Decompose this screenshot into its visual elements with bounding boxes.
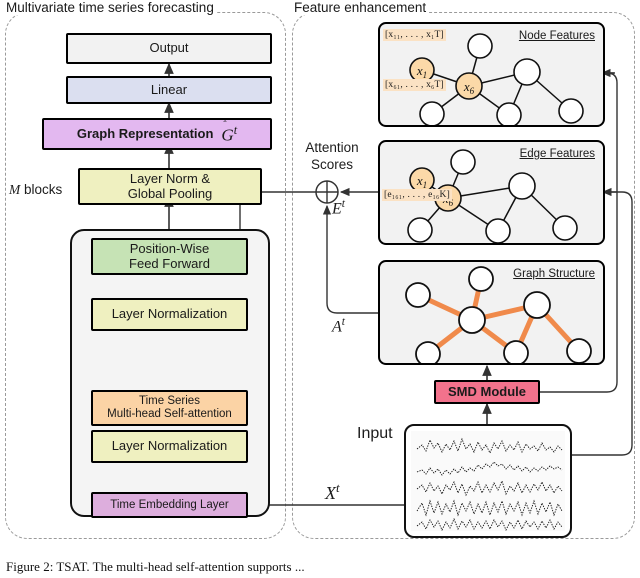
node-feature-label-2: [x₆₁, . . . , x₆T] [383, 79, 446, 91]
box-smd-module: SMD Module [434, 380, 540, 404]
box-layer-normalization-1: Layer Normalization [91, 430, 248, 463]
panel-graph-structure: Graph Structure [378, 260, 605, 365]
mhsa-line2: Multi-head Self-attention [107, 408, 232, 420]
figure-caption: Figure 2: TSAT. The multi-head self-atte… [6, 559, 305, 574]
region-title-left: Multivariate time series forecasting [3, 0, 217, 15]
box-time-embedding-layer: Time Embedding Layer [91, 492, 248, 518]
m-blocks-symbol: M [9, 182, 21, 197]
box-time-series-mhsa: Time Series Multi-head Self-attention [91, 390, 248, 426]
layernorm2-label: Layer Normalization [111, 306, 228, 322]
m-blocks-text: blocks [20, 182, 63, 197]
box-layernorm-global-pooling: Layer Norm & Global Pooling [78, 168, 262, 205]
time-embedding-label: Time Embedding Layer [110, 498, 229, 511]
pwff-line2: Feed Forward [129, 255, 210, 271]
attention-scores-line2: Scores [310, 156, 354, 172]
box-linear-label: Linear [150, 81, 188, 97]
node-feature-label-1: [x₁₁, . . . , x₁T] [383, 29, 446, 41]
input-time-series-panel [404, 424, 572, 538]
box-layer-normalization-2: Layer Normalization [91, 298, 248, 331]
region-title-right: Feature enhancement [291, 0, 430, 15]
input-tensor-label: Xt [325, 480, 340, 503]
edge-tensor-label: Et [332, 198, 345, 218]
attention-scores-label: Attention Scores [296, 140, 368, 174]
graph-representation-label: Graph Representation [76, 125, 214, 141]
graph-representation-symbol: ̂ Gt [221, 122, 238, 145]
layernorm-gp-line2: Global Pooling [127, 185, 213, 201]
adjacency-label: At [332, 316, 345, 336]
pwff-line1: Position-Wise [129, 240, 210, 256]
box-output: Output [66, 33, 272, 64]
m-blocks-label: M blocks [9, 182, 62, 198]
smd-module-label: SMD Module [448, 383, 526, 399]
layernorm-gp-line1: Layer Norm & [129, 170, 211, 186]
box-position-wise-feed-forward: Position-Wise Feed Forward [91, 238, 248, 275]
figure-root: Multivariate time series forecasting Fea… [0, 0, 640, 578]
box-linear: Linear [66, 76, 272, 104]
input-text-label: Input [357, 425, 393, 442]
input-series-canvas [411, 431, 565, 532]
box-graph-representation: Graph Representation ̂ Gt [42, 118, 272, 150]
panel-node-features: Node Features x1 x6 [x₁₁, . . . , x₁T] [… [378, 22, 605, 127]
box-output-label: Output [149, 40, 189, 56]
layernorm1-label: Layer Normalization [111, 438, 228, 454]
attention-scores-line1: Attention [305, 140, 359, 155]
edge-feature-label-1: [e₁₆₁, . . . , e₁₆K] [382, 189, 452, 201]
panel-edge-features: Edge Features x1 x [378, 140, 605, 245]
mhsa-line1: Time Series [139, 395, 200, 408]
